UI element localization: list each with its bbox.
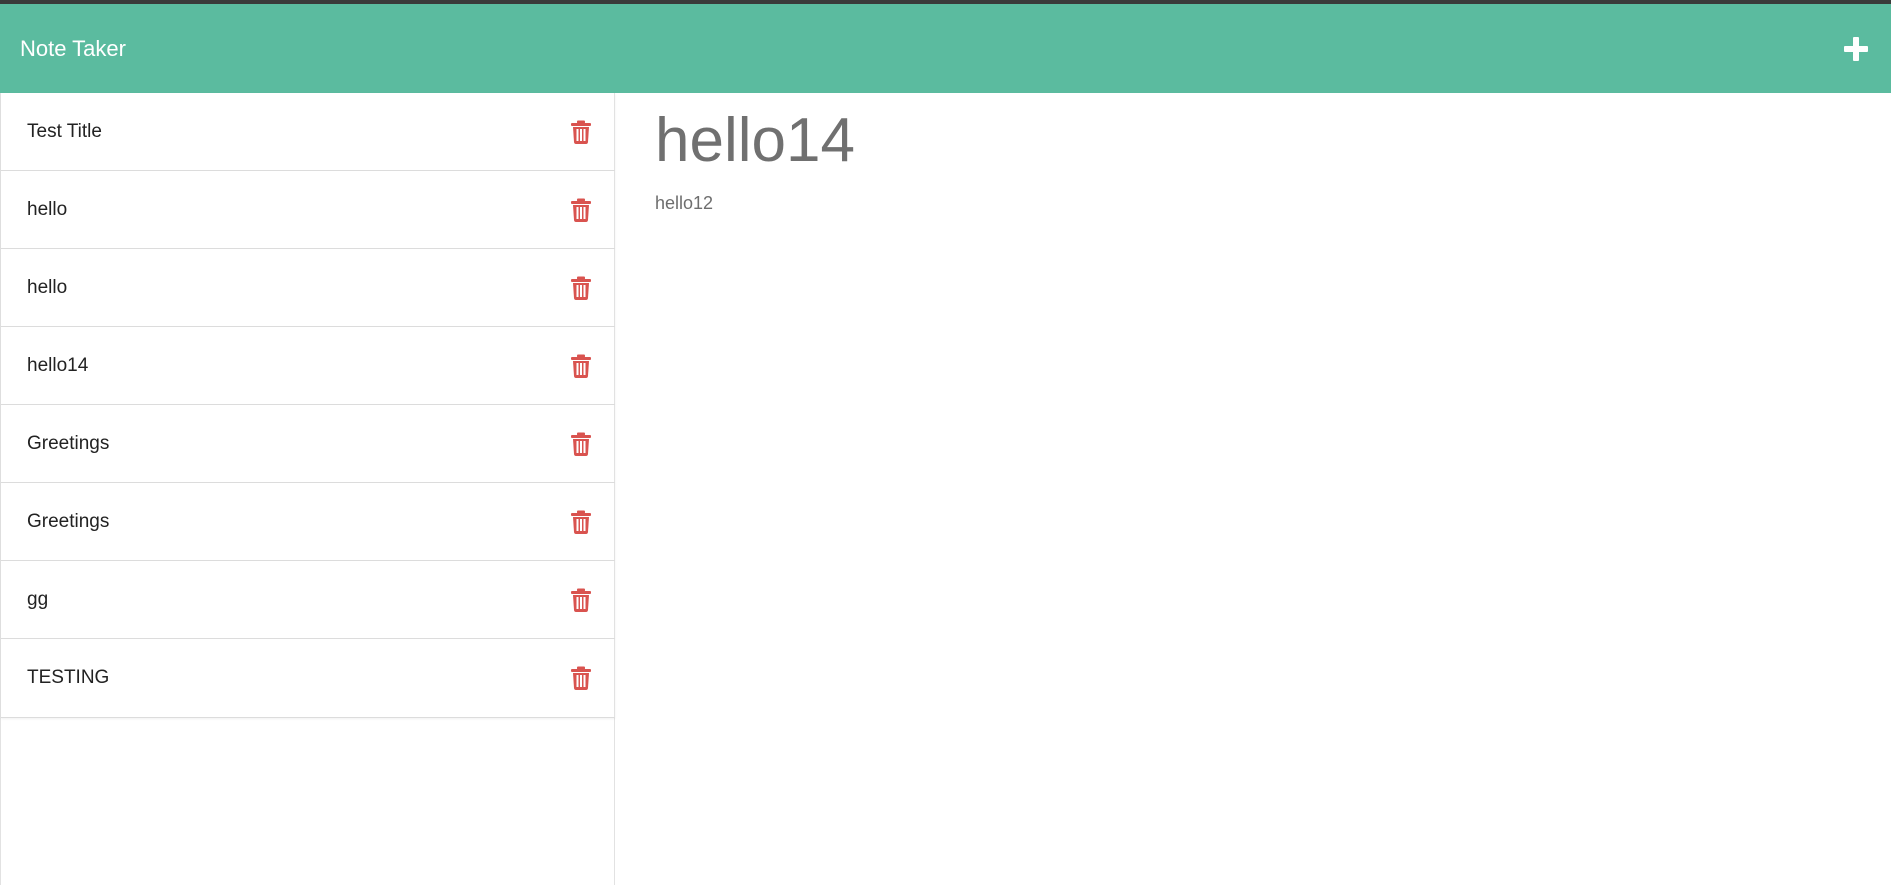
list-item[interactable]: Test Title: [1, 93, 615, 171]
delete-note-button[interactable]: [571, 276, 591, 300]
delete-note-button[interactable]: [571, 510, 591, 534]
note-text-area[interactable]: hello12: [655, 193, 713, 214]
list-item[interactable]: hello14: [1, 327, 615, 405]
list-item[interactable]: TESTING: [1, 639, 615, 717]
note-title: hello: [27, 276, 68, 298]
note-title: TESTING: [27, 667, 110, 688]
delete-note-button[interactable]: [571, 432, 591, 456]
trash-icon: [571, 432, 591, 456]
delete-note-button[interactable]: [571, 666, 591, 690]
trash-icon: [571, 666, 591, 690]
delete-note-button[interactable]: [571, 588, 591, 612]
note-title-input[interactable]: hello14: [655, 106, 855, 175]
navbar: Note Taker: [0, 4, 1891, 93]
note-title: hello: [27, 198, 68, 220]
notes-sidebar: Test Title hello hello hello14 Greetings…: [0, 93, 615, 885]
trash-icon: [571, 510, 591, 534]
note-title: hello14: [27, 354, 89, 376]
list-item[interactable]: hello: [1, 249, 615, 327]
note-title: Greetings: [27, 432, 110, 454]
list-item[interactable]: gg: [1, 561, 615, 639]
note-editor: hello14 hello12: [655, 93, 1855, 885]
delete-note-button[interactable]: [571, 120, 591, 144]
note-title: Test Title: [27, 120, 102, 142]
app-page: Note Taker Test Title hello hello hello1…: [0, 0, 1891, 885]
trash-icon: [571, 198, 591, 222]
delete-note-button[interactable]: [571, 354, 591, 378]
trash-icon: [571, 276, 591, 300]
trash-icon: [571, 354, 591, 378]
new-note-button[interactable]: [1841, 34, 1871, 64]
trash-icon: [571, 588, 591, 612]
trash-icon: [571, 120, 591, 144]
list-item[interactable]: Greetings: [1, 483, 615, 561]
list-item[interactable]: Greetings: [1, 405, 615, 483]
note-title: Greetings: [27, 510, 110, 532]
note-list: Test Title hello hello hello14 Greetings…: [1, 93, 615, 718]
list-item[interactable]: hello: [1, 171, 615, 249]
note-title: gg: [27, 588, 49, 610]
delete-note-button[interactable]: [571, 198, 591, 222]
brand-title[interactable]: Note Taker: [20, 36, 126, 62]
